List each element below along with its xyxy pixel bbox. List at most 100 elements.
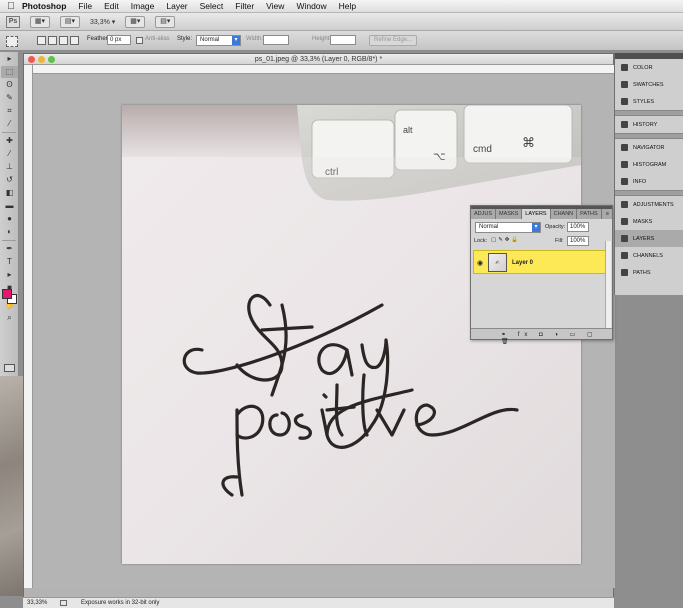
marquee-tool-preset-icon[interactable] [6,36,18,47]
dock-masks[interactable]: MASKS [615,213,683,230]
vertical-ruler[interactable] [24,65,33,588]
layers-scrollbar[interactable] [605,241,611,329]
brush-icon[interactable]: ⁄ [1,148,18,160]
width-input[interactable] [263,35,289,45]
horizontal-ruler[interactable] [33,65,615,74]
dock-styles[interactable]: STYLES [615,93,683,110]
status-bar: 33,33% Exposure works in 32-bit only [23,597,614,608]
channels-icon [621,252,628,259]
lasso-icon[interactable]: ʘ [1,79,18,91]
dock-paths[interactable]: PATHS [615,264,683,281]
lock-icons[interactable]: ▢✎✥🔒 [491,237,520,243]
subtract-selection-icon[interactable] [59,36,68,45]
fill-input[interactable]: 100% [567,236,589,246]
layer-actions-icons[interactable]: ⚭ fx ◘ ◑ ▭ ▢ 🗑 [501,331,612,345]
dock-navigator[interactable]: NAVIGATOR [615,139,683,156]
intersect-selection-icon[interactable] [70,36,79,45]
new-selection-icon[interactable] [37,36,46,45]
key-cmd-symbol: ⌘ [522,136,535,151]
menu-view[interactable]: View [266,1,284,11]
anti-alias-checkbox[interactable] [136,37,143,44]
dock-info[interactable]: INFO [615,173,683,190]
path-selection-icon[interactable]: ▸ [1,269,18,281]
dock-channels[interactable]: CHANNELS [615,247,683,264]
rectangular-marquee-icon[interactable]: ⬚ [1,66,18,78]
paths-icon [621,269,628,276]
type-icon[interactable]: T [1,256,18,268]
menu-layer[interactable]: Layer [166,1,187,11]
style-select[interactable]: Normal ▾ [196,35,241,46]
menu-image[interactable]: Image [131,1,155,11]
eyedropper-icon[interactable]: ⁄ [1,118,18,130]
dock-color[interactable]: COLOR [615,59,683,76]
layer-name[interactable]: Layer 0 [512,260,533,266]
tab-paths[interactable]: PATHS [577,209,602,219]
history-icon [621,121,628,128]
status-info-icon[interactable] [60,600,67,606]
feather-input[interactable]: 0 px [107,35,131,45]
history-brush-icon[interactable]: ↺ [1,174,18,186]
menu-window[interactable]: Window [296,1,326,11]
panel-menu-icon[interactable]: ≡ [606,209,612,219]
zoom-icon[interactable]: ⌕ [1,312,18,324]
layer-row[interactable]: ◉ ✍ Layer 0 [473,250,607,274]
menu-file[interactable]: File [78,1,92,11]
menu-select[interactable]: Select [200,1,224,11]
tab-channels[interactable]: CHANN [551,209,578,219]
histogram-icon [621,161,628,168]
key-cmd-label: cmd [473,144,492,155]
layers-icon [621,235,628,242]
layer-thumbnail[interactable]: ✍ [488,253,507,272]
minibridge-button[interactable]: ▤▾ [60,15,80,28]
minimize-window-icon[interactable] [38,56,45,63]
gradient-icon[interactable]: ▬ [1,200,18,212]
app-menu[interactable]: Photoshop [22,1,66,11]
tab-adjustments[interactable]: ADJUS [471,209,497,219]
add-selection-icon[interactable] [48,36,57,45]
blend-mode-select[interactable]: Normal ▾ [475,222,541,233]
blur-icon[interactable]: ● [1,213,18,225]
panel-tabs: ADJUS MASKS LAYERS CHANN PATHS ≡ [471,209,612,219]
document-title: ps_01.jpeg @ 33,3% (Layer 0, RGB/8*) * [254,56,383,63]
tools-panel: ▸ ⬚ ʘ ✎ ⌗ ⁄ ✚ ⁄ ⊥ ↺ ◧ ▬ ● ◐ ✒ T ▸ ■ ✋ ⌕ [0,52,19,376]
photoshop-logo: Ps [6,15,20,28]
styles-icon [621,98,628,105]
zoom-level-menu[interactable]: 33,3% ▾ [90,18,115,26]
zoom-window-icon[interactable] [48,56,55,63]
quick-mask-icon[interactable] [4,364,15,372]
dock-histogram[interactable]: HISTOGRAM [615,156,683,173]
eraser-icon[interactable]: ◧ [1,187,18,199]
bridge-button[interactable]: ▦▾ [30,15,50,28]
tab-layers[interactable]: LAYERS [522,209,551,219]
pen-icon[interactable]: ✒ [1,243,18,255]
tab-masks[interactable]: MASKS [496,209,523,219]
close-window-icon[interactable] [28,56,35,63]
arrange-documents-button[interactable]: ▤▾ [155,15,176,28]
color-icon [621,64,628,71]
refine-edge-button[interactable]: Refine Edge... [369,35,418,46]
application-bar: Ps ▦▾ ▤▾ 33,3% ▾ ▦▾ ▤▾ [0,13,683,31]
menu-edit[interactable]: Edit [104,1,119,11]
apple-icon[interactable]:  [0,1,22,12]
dock-swatches[interactable]: SWATCHES [615,76,683,93]
move-tool-icon[interactable]: ▸ [1,53,18,65]
view-extras-button[interactable]: ▦▾ [125,15,146,28]
width-label: Width: [246,36,264,42]
eye-icon[interactable]: ◉ [477,259,483,267]
height-input[interactable] [330,35,356,45]
crop-icon[interactable]: ⌗ [1,105,18,117]
dock-layers[interactable]: LAYERS [615,230,683,247]
quick-selection-icon[interactable]: ✎ [1,92,18,104]
dodge-icon[interactable]: ◐ [1,226,18,238]
status-zoom[interactable]: 33,33% [27,600,47,606]
clone-stamp-icon[interactable]: ⊥ [1,161,18,173]
menu-help[interactable]: Help [339,1,356,11]
dock-history[interactable]: HISTORY [615,116,683,133]
menu-filter[interactable]: Filter [235,1,254,11]
opacity-input[interactable]: 100% [567,222,589,232]
foreground-color-swatch[interactable] [2,289,12,299]
height-label: Height: [312,36,332,42]
swatches-icon [621,81,628,88]
healing-brush-icon[interactable]: ✚ [1,135,18,147]
dock-adjustments[interactable]: ADJUSTMENTS [615,196,683,213]
